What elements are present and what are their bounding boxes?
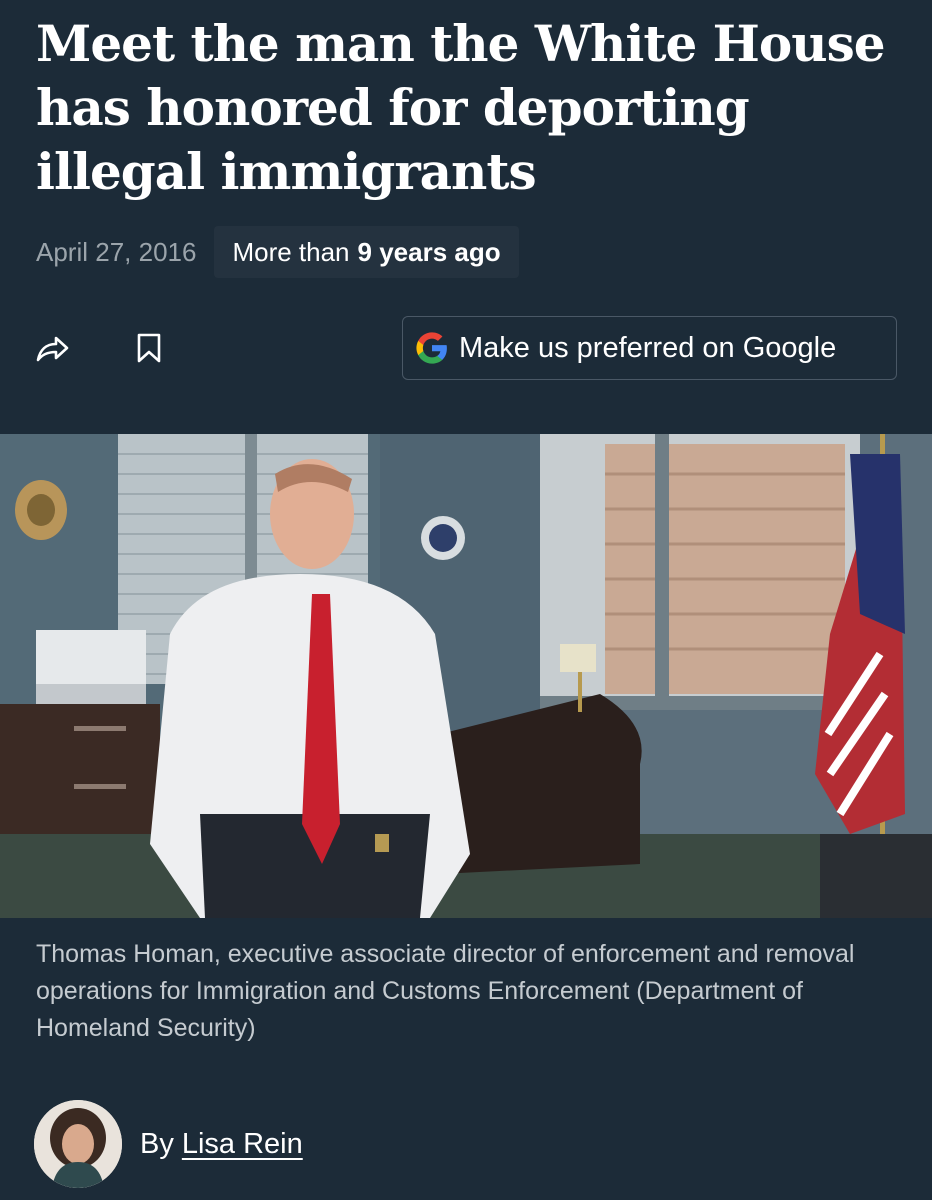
article-photo (0, 434, 932, 918)
author-link[interactable]: Lisa Rein (182, 1128, 303, 1161)
age-value: 9 years ago (357, 236, 501, 267)
bookmark-button[interactable] (134, 332, 164, 364)
avatar[interactable] (34, 1100, 122, 1188)
share-arrow-icon (36, 336, 69, 362)
author-avatar-image (34, 1100, 122, 1188)
office-portrait-image (0, 434, 932, 918)
article-headline: Meet the man the White House has honored… (36, 14, 886, 201)
article-age-badge: More than 9 years ago (214, 226, 519, 278)
age-prefix: More than (232, 236, 350, 267)
bookmark-icon (137, 333, 161, 363)
byline: By Lisa Rein (34, 1100, 303, 1188)
google-preferred-button[interactable]: Make us preferred on Google (402, 316, 897, 380)
google-g-icon (416, 332, 447, 364)
photo-caption: Thomas Homan, executive associate direct… (36, 940, 855, 1042)
byline-prefix: By (140, 1127, 174, 1160)
share-button[interactable] (34, 330, 70, 366)
google-preferred-label: Make us preferred on Google (459, 331, 837, 364)
article-meta: April 27, 2016 More than 9 years ago (36, 226, 519, 278)
publish-date: April 27, 2016 (36, 236, 197, 267)
